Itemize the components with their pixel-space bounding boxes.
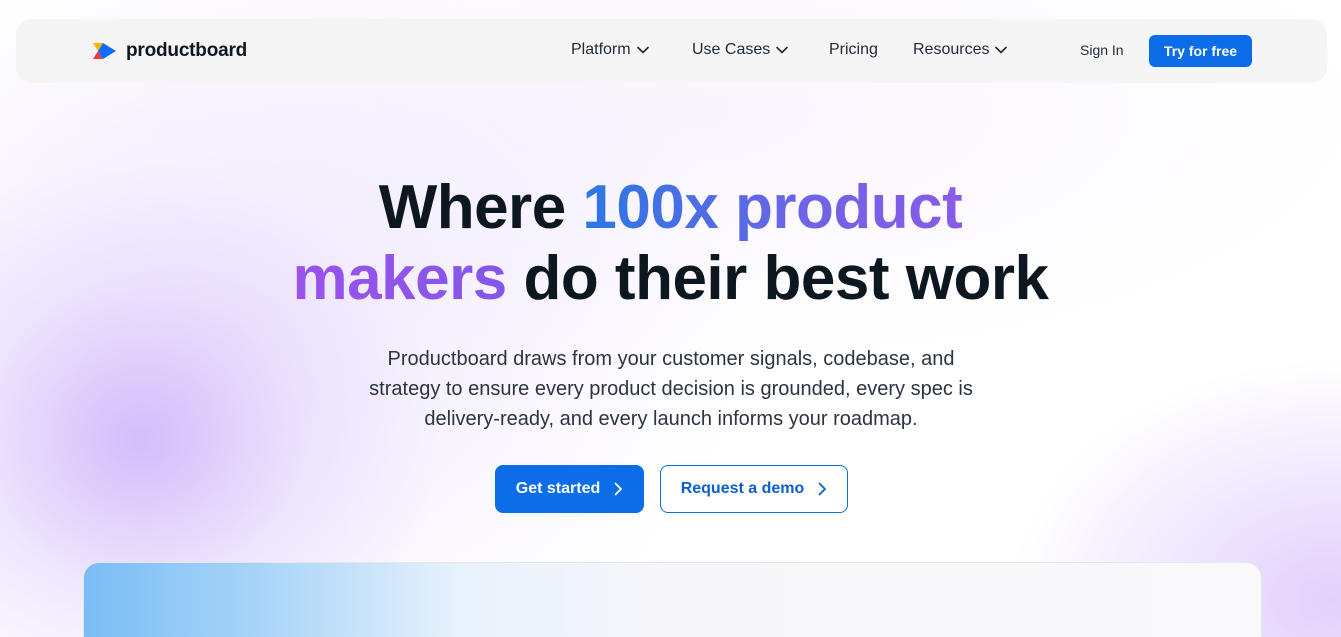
- headline-highlight: 100x product: [582, 173, 963, 242]
- top-navigation: productboard Platform Use Cases Pricing …: [16, 19, 1327, 83]
- request-demo-label: Request a demo: [680, 480, 805, 497]
- logo-text: productboard: [126, 40, 248, 61]
- get-started-label: Get started: [515, 480, 601, 497]
- chevron-right-icon: [818, 482, 827, 496]
- page: productboard Platform Use Cases Pricing …: [0, 0, 1341, 637]
- get-started-button[interactable]: Get started: [495, 465, 644, 513]
- nav-menu-label: Platform: [571, 41, 631, 58]
- try-for-free-button[interactable]: Try for free: [1149, 35, 1252, 67]
- logo-link[interactable]: productboard: [92, 40, 247, 62]
- nav-menu-label: Resources: [913, 41, 990, 58]
- chevron-down-icon: [995, 46, 1008, 54]
- productboard-logo-icon: [93, 43, 116, 59]
- sign-in-link[interactable]: Sign In: [1080, 42, 1124, 58]
- product-preview-card: [83, 562, 1262, 637]
- nav-menu-label: Pricing: [829, 41, 878, 58]
- nav-menu-label: Use Cases: [692, 41, 771, 58]
- chevron-right-icon: [614, 482, 623, 496]
- headline-highlight: makers: [292, 244, 508, 313]
- nav-menu-pricing[interactable]: Pricing: [829, 41, 878, 59]
- request-demo-button[interactable]: Request a demo: [660, 465, 848, 513]
- chevron-down-icon: [636, 46, 649, 54]
- headline-text: do their best work: [506, 244, 1049, 313]
- chevron-down-icon: [776, 46, 789, 54]
- nav-menu-platform[interactable]: Platform: [571, 41, 649, 59]
- nav-menu-use-cases[interactable]: Use Cases: [692, 41, 789, 59]
- headline-text: Where: [378, 173, 583, 242]
- hero-subheadline: Productboard draws from your customer si…: [369, 348, 973, 430]
- nav-menu-resources[interactable]: Resources: [913, 41, 1008, 59]
- hero-headline: Where 100x product makers do their best …: [0, 172, 1341, 314]
